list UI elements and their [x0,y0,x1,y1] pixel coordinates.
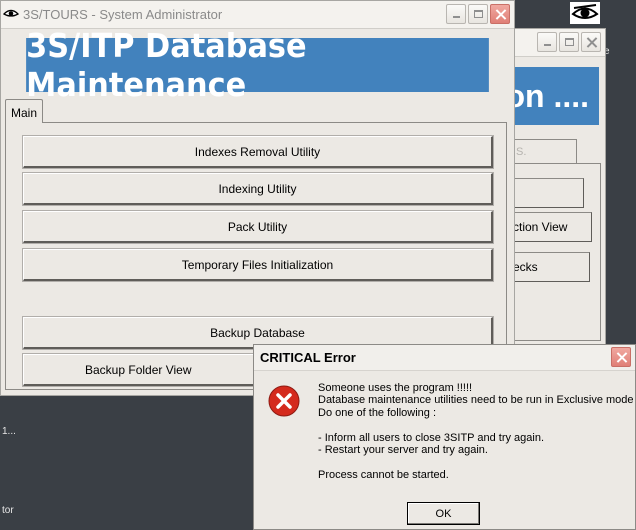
dialog-title: CRITICAL Error [260,350,356,365]
ok-button[interactable]: OK [407,502,480,525]
background-button[interactable]: ction View [512,212,592,242]
background-window-titlebar[interactable] [511,29,605,57]
main-window-titlebar[interactable]: 3S/TOURS - System Administrator [1,1,514,29]
close-button[interactable] [581,32,601,52]
pack-utility-button[interactable]: Pack Utility [22,210,494,244]
background-tab[interactable]: S. [511,139,577,163]
critical-error-dialog[interactable]: CRITICAL Error Someone uses the program … [253,344,636,530]
indexing-utility-button[interactable]: Indexing Utility [22,172,494,206]
error-icon [268,385,300,417]
indexes-removal-button[interactable]: Indexes Removal Utility [22,135,494,169]
minimize-button[interactable] [446,4,466,24]
background-button[interactable]: ecks [512,252,590,282]
maximize-button[interactable] [559,32,579,52]
main-window[interactable]: 3S/TOURS - System Administrator 3S/ITP D… [0,0,515,396]
window-title: 3S/TOURS - System Administrator [23,7,223,22]
maximize-button[interactable] [468,4,488,24]
minimize-button[interactable] [537,32,557,52]
background-button[interactable] [512,178,584,208]
backup-folder-view-button[interactable]: Backup Folder View [22,353,256,387]
tab-main[interactable]: Main [5,99,43,123]
eye-icon [570,2,600,24]
dialog-titlebar[interactable]: CRITICAL Error [254,345,635,371]
background-banner: on .... [511,67,599,125]
background-window[interactable]: on .... S. ction View ecks [510,28,606,376]
desktop-label-fragment: 1... [2,426,16,437]
eye-app-icon [3,9,19,17]
close-button[interactable] [490,4,510,24]
error-message: Someone uses the program !!!!! Database … [318,382,634,481]
desktop-label-fragment: tor [2,505,14,516]
temp-files-init-button[interactable]: Temporary Files Initialization [22,248,494,282]
background-panel: ction View ecks [511,163,601,341]
page-banner: 3S/ITP Database Maintenance [26,26,489,104]
close-button[interactable] [611,347,631,367]
